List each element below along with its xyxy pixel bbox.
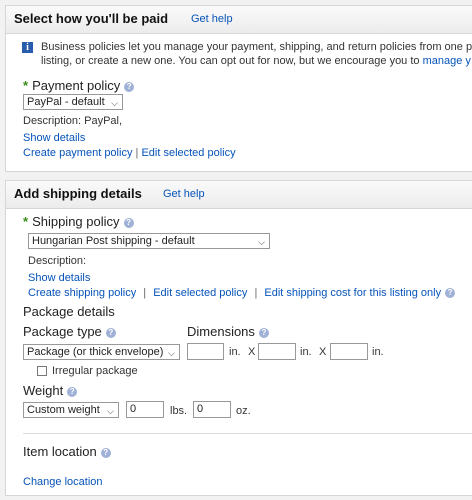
dimension-length-unit: in. [229,346,241,358]
edit-shipping-policy-link[interactable]: Edit selected policy [153,287,247,299]
package-type-label: Package type? [23,324,116,339]
dimension-width-unit: in. [300,346,312,358]
shipping-policy-select[interactable]: Hungarian Post shipping - default ⌵ [28,233,270,249]
help-icon[interactable]: ? [124,81,135,92]
dimension-length-input[interactable] [187,343,224,360]
package-type-select[interactable]: Package (or thick envelope) ⌵ [23,344,180,360]
weight-oz-unit: oz. [236,405,251,417]
help-icon[interactable]: ? [258,327,269,338]
business-policies-info-line1: Business policies let you manage your pa… [41,41,472,53]
help-icon[interactable]: ? [67,386,78,397]
shipping-policy-select-value: Hungarian Post shipping - default [32,235,195,247]
dimension-x-separator: X [248,346,256,358]
shipping-section-title: Add shipping details [14,186,142,201]
weight-select-value: Custom weight [27,404,100,416]
separator: | [135,147,139,159]
payment-show-details-link[interactable]: Show details [23,132,85,144]
weight-lbs-input[interactable]: 0 [126,401,164,418]
weight-label-text: Weight [23,383,64,398]
separator: | [143,287,147,299]
dimension-height-input[interactable] [330,343,368,360]
payment-section-title: Select how you'll be paid [14,11,169,26]
payment-policy-label: * Payment policy? [23,78,135,93]
payment-policy-select[interactable]: PayPal - default ⌵ [23,94,123,110]
shipping-show-details-link[interactable]: Show details [28,272,90,284]
dimension-height-unit: in. [372,346,384,358]
package-type-select-value: Package (or thick envelope) [27,346,164,358]
create-shipping-policy-link[interactable]: Create shipping policy [28,287,136,299]
required-asterisk-icon: * [23,78,29,93]
chevron-down-icon: ⌵ [107,406,114,416]
weight-select[interactable]: Custom weight ⌵ [23,402,119,418]
manage-policies-link[interactable]: manage y [423,55,471,67]
payment-policy-label-text: Payment policy [32,78,121,93]
chevron-down-icon: ⌵ [168,348,175,358]
dimension-width-input[interactable] [258,343,296,360]
shipping-policy-label: * Shipping policy? [23,214,134,229]
package-type-label-text: Package type [23,324,102,339]
payment-get-help-link[interactable]: Get help [191,13,233,25]
irregular-package-label: Irregular package [52,365,138,377]
help-icon[interactable]: ? [105,327,116,338]
package-details-heading: Package details [23,304,115,319]
edit-shipping-cost-link[interactable]: Edit shipping cost for this listing only [264,287,441,299]
shipping-policy-label-text: Shipping policy [32,214,120,229]
help-icon[interactable]: ? [445,288,456,299]
help-icon[interactable]: ? [100,447,111,458]
shipping-get-help-link[interactable]: Get help [163,188,205,200]
weight-lbs-unit: lbs. [170,405,188,417]
item-location-label-text: Item location [23,444,97,459]
required-asterisk-icon: * [23,214,29,229]
chevron-down-icon: ⌵ [111,98,118,108]
separator: | [254,287,258,299]
dimensions-label-text: Dimensions [187,324,255,339]
weight-label: Weight? [23,383,78,398]
weight-oz-input[interactable]: 0 [193,401,231,418]
payment-panel: Select how you'll be paid Get help i Bus… [5,5,472,172]
shipping-description: Description: [28,255,87,267]
item-location-label: Item location? [23,444,111,459]
info-icon: i [22,42,33,53]
edit-payment-policy-link[interactable]: Edit selected policy [141,147,235,159]
payment-description: Description: PayPal, [23,115,123,127]
help-icon[interactable]: ? [123,217,134,228]
chevron-down-icon: ⌵ [258,237,265,247]
divider [23,433,472,434]
info-line2-text: listing, or create a new one. You can op… [41,55,423,67]
payment-panel-header: Select how you'll be paid Get help [6,6,472,34]
irregular-package-checkbox[interactable] [37,366,47,376]
shipping-panel-header: Add shipping details Get help [6,181,472,209]
payment-policy-select-value: PayPal - default [27,96,105,108]
dimension-x-separator: X [319,346,327,358]
dimensions-label: Dimensions? [187,324,269,339]
shipping-policy-actions: Create shipping policy | Edit selected p… [28,287,456,299]
payment-policy-actions: Create payment policy | Edit selected po… [23,147,236,159]
business-policies-info-line2: listing, or create a new one. You can op… [41,55,471,67]
change-location-link[interactable]: Change location [23,476,103,488]
create-payment-policy-link[interactable]: Create payment policy [23,147,132,159]
shipping-panel: Add shipping details Get help * Shipping … [5,180,472,496]
